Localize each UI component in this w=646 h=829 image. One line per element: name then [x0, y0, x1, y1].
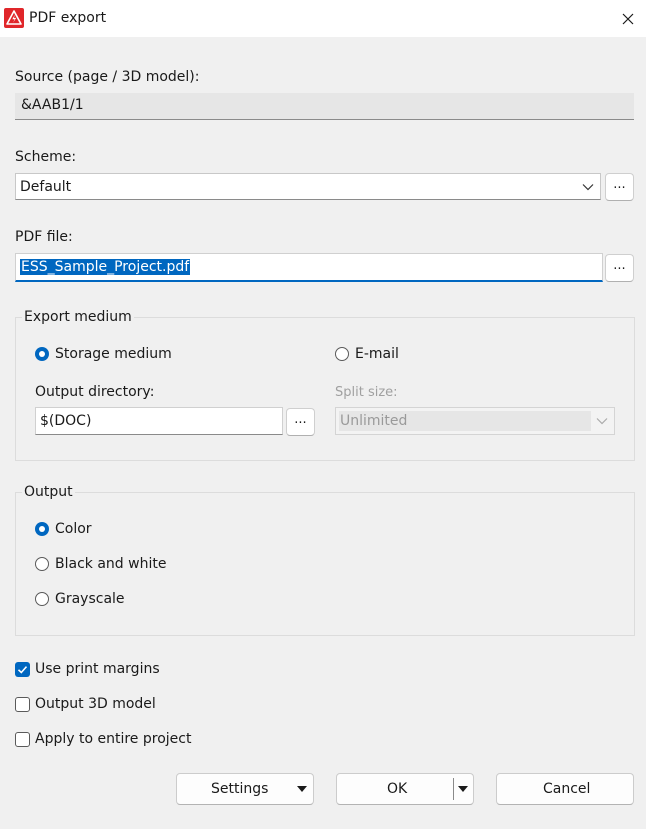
title-bar: PDF export	[0, 0, 646, 37]
ok-button[interactable]: OK	[336, 773, 474, 805]
dropdown-arrow-icon	[297, 786, 307, 792]
dropdown-arrow-icon[interactable]	[458, 786, 468, 792]
cancel-label: Cancel	[543, 781, 591, 797]
output-3d-model-label[interactable]: Output 3D model	[35, 696, 156, 712]
output-directory-value: $(DOC)	[40, 413, 92, 429]
cancel-button[interactable]: Cancel	[496, 773, 634, 805]
use-print-margins-checkbox[interactable]	[15, 662, 30, 677]
black-and-white-radio[interactable]	[35, 557, 49, 571]
chevron-down-icon	[582, 174, 594, 200]
scheme-value: Default	[20, 179, 72, 195]
pdf-file-value: ESS_Sample_Project.pdf	[20, 259, 191, 275]
output-3d-model-checkbox[interactable]	[15, 697, 30, 712]
split-size-dropdown[interactable]: Unlimited	[335, 407, 615, 435]
scheme-label: Scheme:	[15, 149, 77, 165]
close-icon	[622, 13, 634, 24]
settings-button[interactable]: Settings	[176, 773, 314, 805]
chevron-down-icon	[596, 408, 608, 434]
source-value: &AAB1/1	[21, 97, 84, 113]
close-button[interactable]	[610, 0, 646, 37]
apply-to-entire-project-label[interactable]: Apply to entire project	[35, 731, 191, 747]
source-label: Source (page / 3D model):	[15, 69, 200, 85]
pdf-file-label: PDF file:	[15, 229, 73, 245]
email-label[interactable]: E-mail	[355, 346, 399, 362]
checkmark-icon	[17, 666, 28, 674]
ok-label: OK	[387, 781, 408, 797]
scheme-dropdown[interactable]: Default	[15, 173, 601, 200]
settings-label: Settings	[211, 781, 269, 797]
output-directory-input[interactable]: $(DOC)	[35, 407, 283, 435]
color-radio[interactable]	[35, 522, 49, 536]
output-directory-label: Output directory:	[35, 384, 155, 400]
storage-medium-label[interactable]: Storage medium	[55, 346, 172, 362]
pdf-file-input[interactable]: ESS_Sample_Project.pdf	[15, 253, 603, 282]
export-medium-title: Export medium	[22, 309, 134, 325]
storage-medium-radio[interactable]	[35, 347, 49, 361]
pdf-file-more-button[interactable]: ...	[605, 254, 634, 282]
output-directory-more-button[interactable]: ...	[286, 408, 315, 436]
split-size-label: Split size:	[335, 385, 398, 400]
warning-triangle-icon	[4, 8, 24, 28]
split-size-value: Unlimited	[340, 413, 408, 429]
apply-to-entire-project-checkbox[interactable]	[15, 732, 30, 747]
source-field[interactable]: &AAB1/1	[15, 93, 634, 120]
output-title: Output	[22, 484, 75, 500]
scheme-more-button[interactable]: ...	[605, 173, 634, 201]
grayscale-label[interactable]: Grayscale	[55, 591, 125, 607]
use-print-margins-label[interactable]: Use print margins	[35, 661, 160, 677]
color-label[interactable]: Color	[55, 521, 92, 537]
grayscale-radio[interactable]	[35, 592, 49, 606]
black-and-white-label[interactable]: Black and white	[55, 556, 166, 572]
window-title: PDF export	[29, 10, 107, 26]
email-radio[interactable]	[335, 347, 349, 361]
